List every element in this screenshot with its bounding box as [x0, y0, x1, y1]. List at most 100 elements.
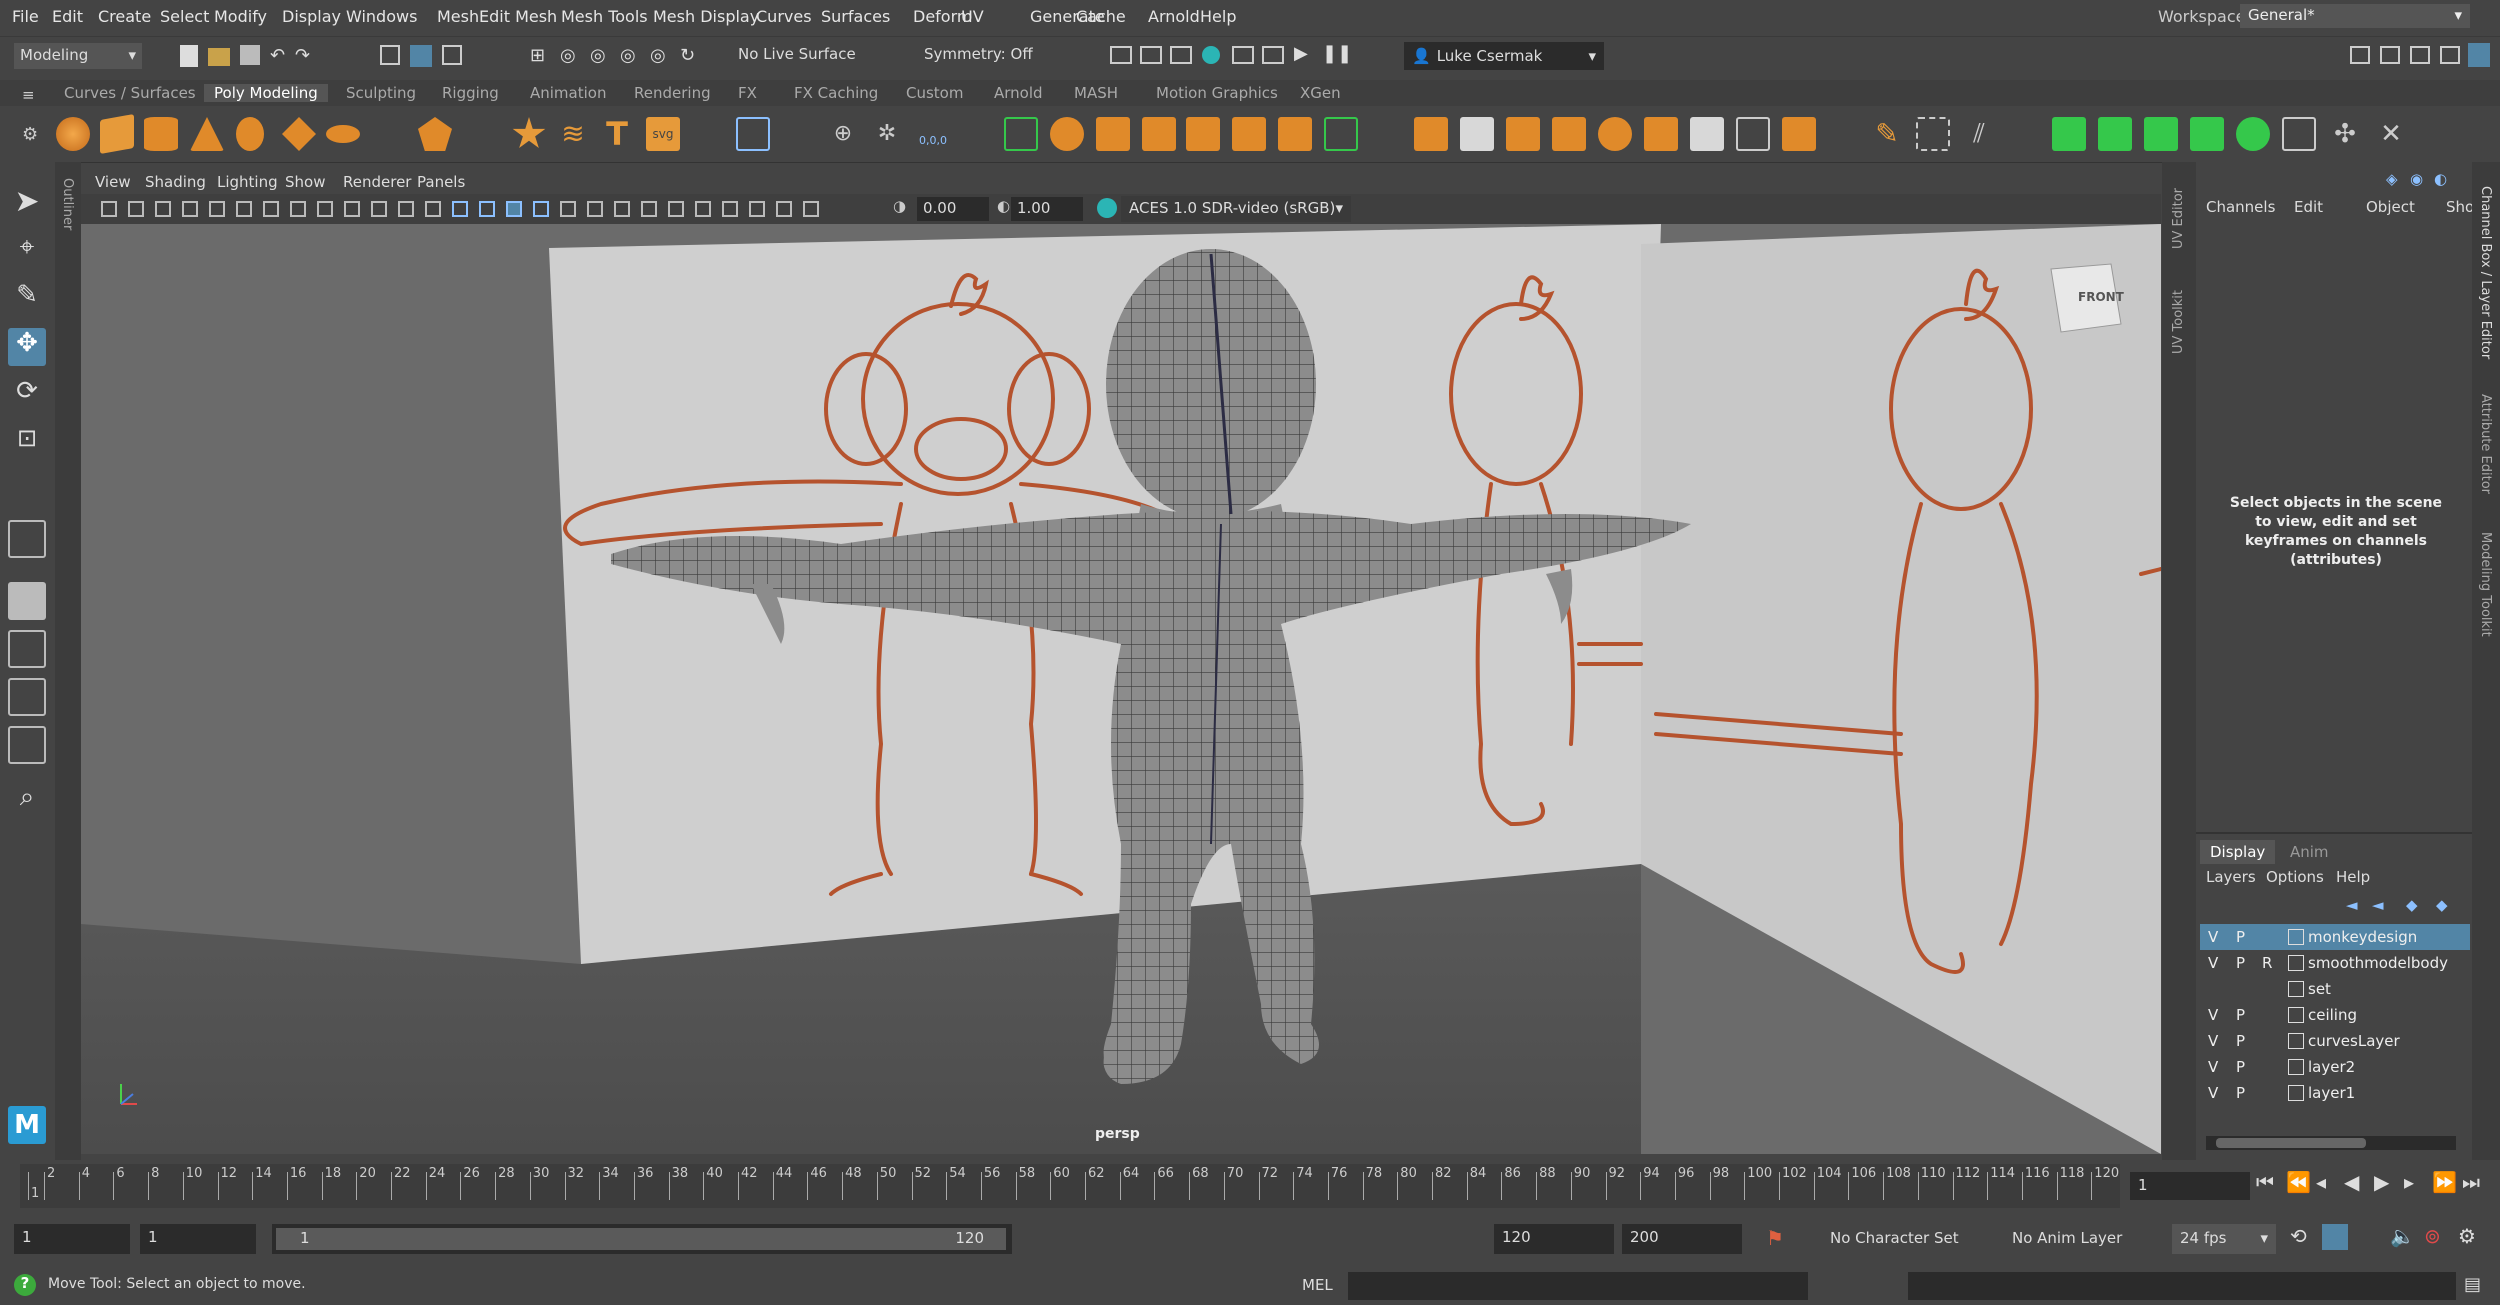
layer-menu-layers[interactable]: Layers: [2206, 868, 2256, 886]
cache-playback-icon[interactable]: [2322, 1224, 2348, 1250]
user-account-dropdown[interactable]: 👤 Luke Csermak ▾: [1404, 42, 1604, 70]
layer-color-icon[interactable]: [2288, 981, 2304, 997]
move-layer-up-icon[interactable]: ◄: [2346, 896, 2358, 914]
layer-row[interactable]: set: [2200, 976, 2470, 1002]
time-ruler[interactable]: 1 2 4 6 8 10 12 14 16 18 20 22 24 26 28 30 32 34 36 38 40 42 4…: [20, 1164, 2120, 1208]
gate-mask-icon[interactable]: [344, 201, 360, 217]
layer-row[interactable]: V Player1: [2200, 1080, 2470, 1106]
range-slider-handle[interactable]: [276, 1228, 1006, 1250]
uv-editor-icon[interactable]: [736, 117, 770, 151]
select-object-icon[interactable]: [410, 45, 432, 67]
safe-action-icon[interactable]: [398, 201, 414, 217]
grease-pencil-icon[interactable]: [236, 201, 252, 217]
spin-edge-icon[interactable]: [2236, 117, 2270, 151]
layer-color-icon[interactable]: [2288, 929, 2304, 945]
undo-icon[interactable]: ↶: [270, 45, 285, 66]
insert-edge-loop-icon[interactable]: [1916, 117, 1950, 151]
layer-visibility-toggle[interactable]: V: [2208, 954, 2218, 972]
auto-key-icon[interactable]: ⚑: [1766, 1226, 1784, 1250]
perspective-viewport[interactable]: FRONT persp: [81, 224, 2161, 1154]
menu-select[interactable]: Select: [160, 7, 209, 26]
shelf-tab-xgen[interactable]: XGen: [1300, 84, 1341, 102]
sweep-mesh-icon[interactable]: ≋: [556, 117, 590, 151]
workspace-dropdown[interactable]: General* ▾: [2240, 4, 2470, 28]
step-forward-key-icon[interactable]: ⏩: [2432, 1170, 2457, 1194]
end-time-field[interactable]: 200: [1622, 1224, 1742, 1254]
extract-icon[interactable]: ✕: [2374, 117, 2408, 151]
offset-edge-loop-icon[interactable]: ⫽: [1962, 117, 1996, 151]
channel-box-menu-object[interactable]: Object: [2366, 198, 2415, 216]
extrude-icon[interactable]: [1414, 117, 1448, 151]
menu-cache[interactable]: Cache: [1076, 7, 1126, 26]
shelf-tab-arnold[interactable]: Arnold: [994, 84, 1043, 102]
symmetry-dropdown[interactable]: Symmetry: Off: [924, 45, 1033, 63]
average-vertices-icon[interactable]: [1142, 117, 1176, 151]
range-slider[interactable]: 1 120: [272, 1224, 1012, 1254]
shelf-tab-animation[interactable]: Animation: [530, 84, 606, 102]
shelf-tab-curves-surfaces[interactable]: Curves / Surfaces: [64, 84, 196, 102]
combine-icon[interactable]: [1004, 117, 1038, 151]
shelf-tab-rigging[interactable]: Rigging: [442, 84, 499, 102]
move-layer-down-icon[interactable]: ◄: [2372, 896, 2384, 914]
poly-sphere-icon[interactable]: [56, 117, 90, 151]
arnold-play-icon[interactable]: ▶: [1294, 43, 1308, 64]
menu-create[interactable]: Create: [98, 7, 151, 26]
channel-box-icon[interactable]: [2440, 46, 2460, 64]
channel-layer-toggle-icon[interactable]: [2468, 43, 2490, 67]
ipr-render-icon[interactable]: [1170, 46, 1192, 64]
uv-toolkit-tab[interactable]: UV Toolkit: [2171, 290, 2186, 354]
attribute-editor-tab[interactable]: Attribute Editor: [2478, 394, 2493, 494]
menu-arnold[interactable]: Arnold: [1148, 7, 1200, 26]
bridge-icon[interactable]: [1506, 117, 1540, 151]
film-gate-icon[interactable]: [290, 201, 306, 217]
outliner-layout-icon[interactable]: [8, 726, 46, 764]
attribute-editor-icon[interactable]: [2380, 46, 2400, 64]
menu-edit[interactable]: Edit: [52, 7, 83, 26]
channel-box-tab[interactable]: Channel Box / Layer Editor: [2478, 186, 2493, 359]
arnold-render-icon[interactable]: [1262, 46, 1284, 64]
motion-blur-icon[interactable]: [641, 201, 657, 217]
render-frame-icon[interactable]: [1140, 46, 1162, 64]
playback-end-field[interactable]: 120: [1494, 1224, 1614, 1254]
layer-visibility-toggle[interactable]: V: [2208, 1032, 2218, 1050]
layer-row[interactable]: V P Rsmoothmodelbody: [2200, 950, 2470, 976]
mode-dropdown[interactable]: Modeling ▾: [14, 43, 142, 69]
layer-row[interactable]: V PcurvesLayer: [2200, 1028, 2470, 1054]
mirror-icon[interactable]: [1186, 117, 1220, 151]
color-management-icon[interactable]: [1097, 198, 1117, 218]
poly-cube-icon[interactable]: [100, 114, 134, 154]
loop-icon[interactable]: ⟲: [2290, 1224, 2307, 1248]
make-live-icon[interactable]: [2098, 117, 2132, 151]
menu-mesh[interactable]: Mesh: [437, 7, 479, 26]
viewport-menu-panels[interactable]: Panels: [417, 173, 465, 191]
layer-color-icon[interactable]: [2288, 1033, 2304, 1049]
poke-icon[interactable]: [1736, 117, 1770, 151]
poly-super-shape-icon[interactable]: [512, 117, 546, 148]
poly-disc-icon[interactable]: [326, 125, 360, 143]
layer-visibility-toggle[interactable]: V: [2208, 1006, 2218, 1024]
move-tool-icon[interactable]: ✥: [8, 328, 46, 366]
modeling-toolkit-tab[interactable]: Modeling Toolkit: [2478, 532, 2493, 637]
image-plane-icon[interactable]: [182, 201, 198, 217]
collapse-icon[interactable]: [1690, 117, 1724, 151]
go-to-start-icon[interactable]: ⏮: [2256, 1170, 2274, 1194]
layer-color-icon[interactable]: [2288, 1007, 2304, 1023]
layer-playback-toggle[interactable]: P: [2236, 1084, 2245, 1102]
redo-icon[interactable]: ↷: [295, 45, 310, 66]
layer-playback-toggle[interactable]: P: [2236, 954, 2245, 972]
xray-components-icon[interactable]: [803, 201, 819, 217]
select-hierarchy-icon[interactable]: [380, 45, 400, 65]
exposure-field[interactable]: 0.00: [917, 197, 989, 221]
hypershade-icon[interactable]: [1202, 46, 1220, 64]
layer-playback-toggle[interactable]: P: [2236, 1032, 2245, 1050]
shelf-tab-mash[interactable]: MASH: [1074, 84, 1118, 102]
smooth-shade-all-icon[interactable]: [479, 201, 495, 217]
layer-visibility-toggle[interactable]: V: [2208, 928, 2218, 946]
command-input[interactable]: [1348, 1272, 1808, 1300]
step-back-key-icon[interactable]: ⏪: [2286, 1170, 2311, 1194]
append-polygon-icon[interactable]: [1552, 117, 1586, 151]
detach-icon[interactable]: ✣: [2328, 117, 2362, 151]
shadows-icon[interactable]: [587, 201, 603, 217]
layer-menu-options[interactable]: Options: [2266, 868, 2324, 886]
scrollbar-thumb[interactable]: [2216, 1138, 2366, 1148]
